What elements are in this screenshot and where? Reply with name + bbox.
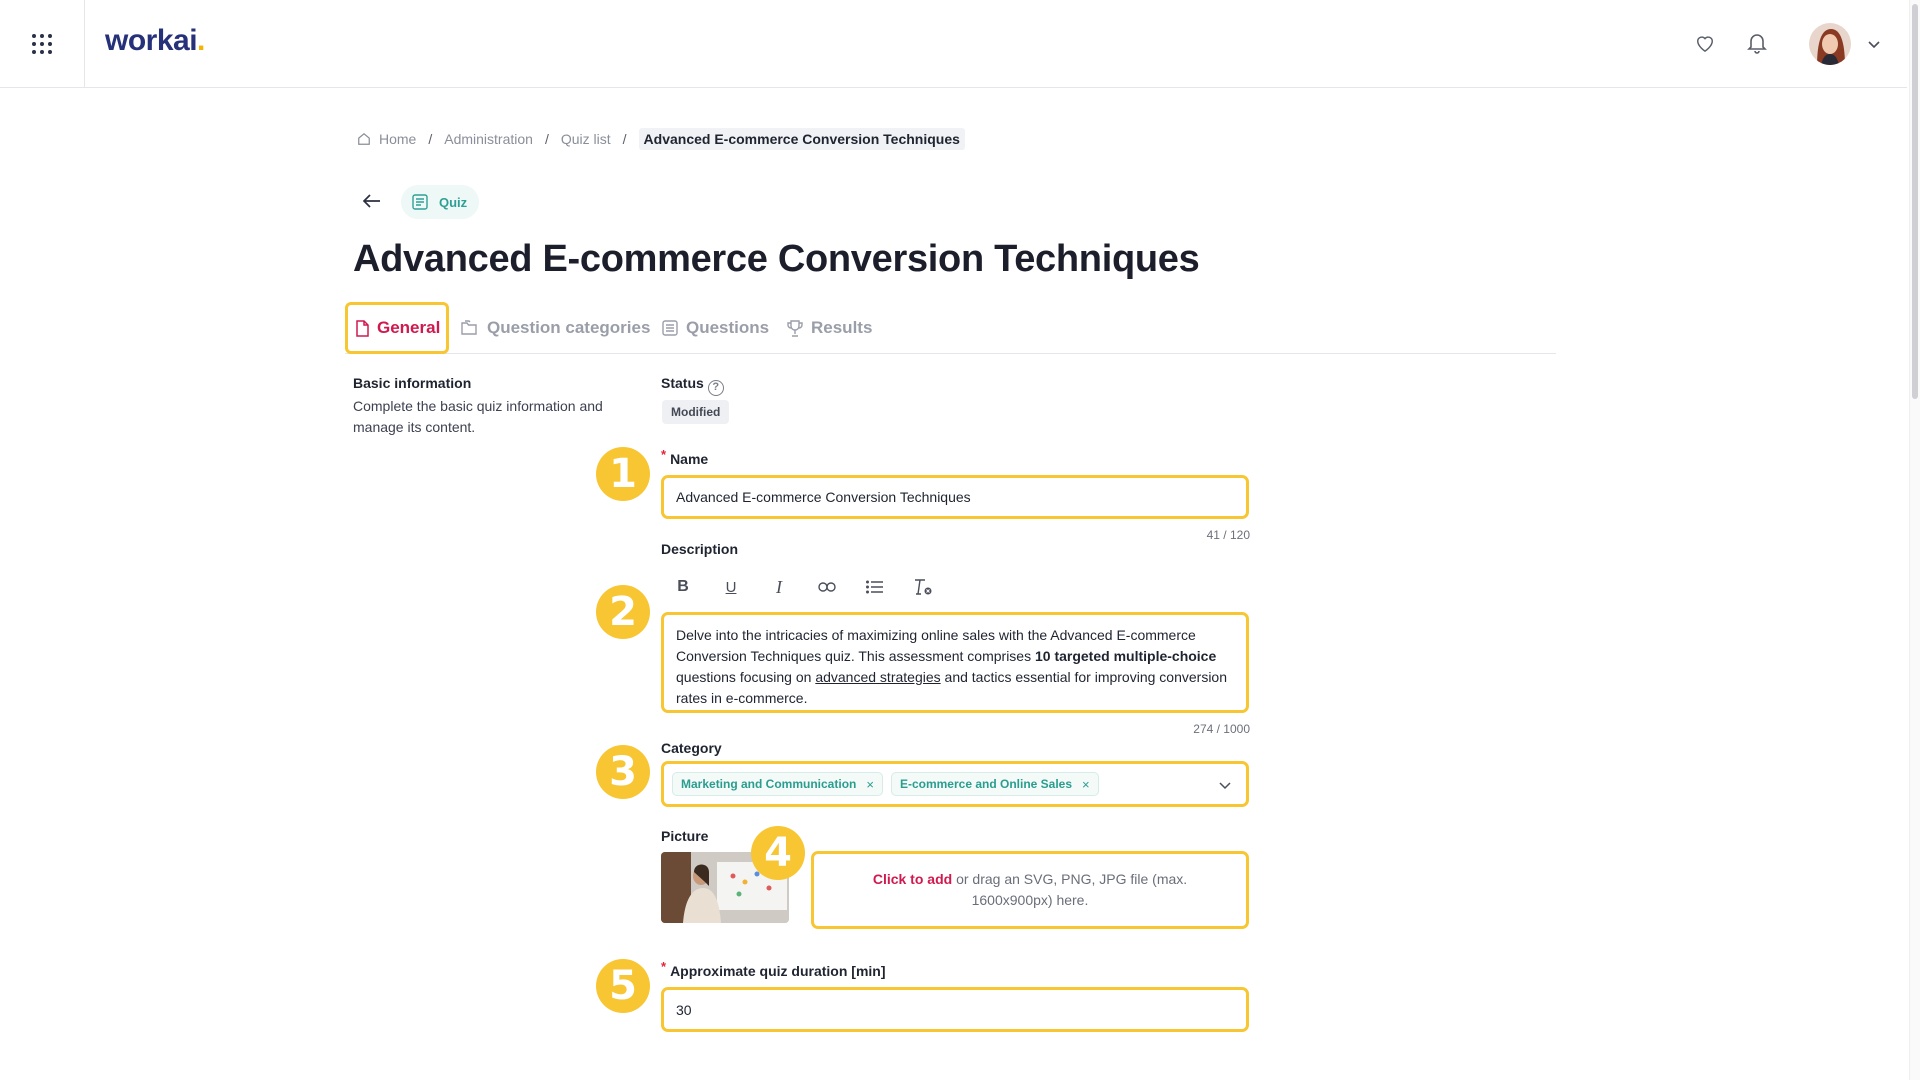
name-field[interactable] — [661, 475, 1249, 519]
status-label: Status? — [661, 375, 724, 396]
section-title: Basic information — [353, 375, 472, 391]
underline-icon: U — [725, 578, 737, 596]
tab-general-highlight — [345, 302, 449, 354]
home-icon — [358, 132, 370, 145]
bell-icon — [1747, 34, 1767, 54]
page-title: Advanced E-commerce Conversion Technique… — [353, 238, 1200, 280]
bullet-list-button[interactable] — [862, 574, 888, 600]
duration-field[interactable] — [661, 987, 1249, 1032]
clear-format-button[interactable] — [910, 574, 936, 600]
tab-results[interactable]: Results — [787, 302, 872, 354]
chevron-down-icon[interactable] — [1216, 776, 1234, 794]
category-chip: Marketing and Communication × — [672, 772, 883, 796]
editor-toolbar: B U I — [670, 574, 936, 600]
name-label: * Name — [661, 447, 709, 467]
duration-label: * Approximate quiz duration [min] — [661, 959, 886, 979]
link-button[interactable] — [814, 574, 840, 600]
breadcrumb-quiz-list[interactable]: Quiz list — [561, 131, 611, 147]
italic-button[interactable]: I — [766, 574, 792, 600]
page-scrollbar[interactable] — [1909, 0, 1920, 1080]
notifications-button[interactable] — [1742, 28, 1772, 58]
help-icon[interactable]: ? — [707, 380, 724, 396]
breadcrumb: Home / Administration / Quiz list / Adva… — [357, 128, 965, 150]
quiz-type-label: Quiz — [439, 194, 468, 210]
status-badge: Modified — [662, 400, 730, 424]
remove-chip-icon[interactable]: × — [866, 777, 874, 792]
folders-icon — [461, 320, 477, 335]
bullet-list-icon — [866, 580, 883, 594]
breadcrumb-separator: / — [544, 131, 549, 147]
category-label: Category — [661, 740, 722, 756]
tab-question-categories-label: Question categories — [487, 318, 651, 337]
back-button[interactable] — [358, 189, 386, 213]
step-marker-4: 4 — [751, 826, 805, 880]
breadcrumb-administration[interactable]: Administration — [444, 131, 533, 147]
quiz-icon — [412, 194, 428, 210]
name-input[interactable] — [664, 478, 1246, 516]
breadcrumb-separator: / — [622, 131, 627, 147]
tab-bar: General Question categories Questions Re… — [345, 302, 1556, 354]
tab-questions-label: Questions — [686, 318, 770, 337]
scrollbar-thumb[interactable] — [1912, 4, 1918, 399]
tab-questions[interactable]: Questions — [662, 302, 769, 354]
logo[interactable]: workai. — [105, 24, 205, 58]
apps-grid-icon — [32, 33, 52, 54]
click-to-add-link[interactable]: Click to add — [873, 871, 952, 887]
list-icon — [662, 320, 678, 336]
breadcrumb-home[interactable]: Home — [379, 131, 416, 147]
description-editor[interactable]: Delve into the intricacies of maximizing… — [661, 612, 1249, 713]
step-marker-3: 3 — [596, 745, 650, 799]
chevron-down-icon[interactable] — [1864, 34, 1884, 54]
picture-label: Picture — [661, 828, 709, 844]
remove-chip-icon[interactable]: × — [1082, 777, 1090, 792]
quiz-type-badge: Quiz — [401, 185, 480, 219]
category-chip: E-commerce and Online Sales × — [890, 772, 1099, 796]
picture-upload-dropzone[interactable]: Click to add or drag an SVG, PNG, JPG fi… — [811, 851, 1249, 929]
name-counter: 41 / 120 — [1206, 528, 1250, 542]
heart-icon — [1696, 36, 1714, 53]
step-marker-1: 1 — [596, 447, 650, 501]
trophy-icon — [787, 319, 803, 337]
italic-icon: I — [776, 576, 782, 597]
breadcrumb-separator: / — [428, 131, 433, 147]
tab-results-label: Results — [811, 318, 873, 337]
tab-question-categories[interactable]: Question categories — [461, 302, 650, 354]
required-mark: * — [661, 959, 667, 974]
apps-menu-button[interactable] — [0, 0, 85, 87]
arrow-left-icon — [362, 194, 380, 208]
duration-input[interactable] — [664, 990, 1246, 1029]
clear-format-icon — [915, 579, 932, 595]
underline-button[interactable]: U — [718, 574, 744, 600]
upload-hint: or drag an SVG, PNG, JPG file (max. 1600… — [952, 871, 1188, 908]
bold-icon: B — [677, 578, 689, 595]
link-icon — [818, 582, 836, 592]
description-label: Description — [661, 541, 739, 557]
step-marker-2: 2 — [596, 585, 650, 639]
category-select[interactable]: Marketing and Communication × E-commerce … — [661, 761, 1249, 807]
required-mark: * — [661, 447, 667, 462]
breadcrumb-current: Advanced E-commerce Conversion Technique… — [638, 128, 965, 150]
favorites-button[interactable] — [1690, 28, 1720, 58]
bold-button[interactable]: B — [670, 574, 696, 600]
section-description: Complete the basic quiz information and … — [353, 398, 603, 435]
top-bar: workai. — [0, 0, 1907, 88]
user-avatar[interactable] — [1809, 23, 1851, 65]
description-counter: 274 / 1000 — [1193, 722, 1250, 736]
step-marker-5: 5 — [596, 959, 650, 1013]
